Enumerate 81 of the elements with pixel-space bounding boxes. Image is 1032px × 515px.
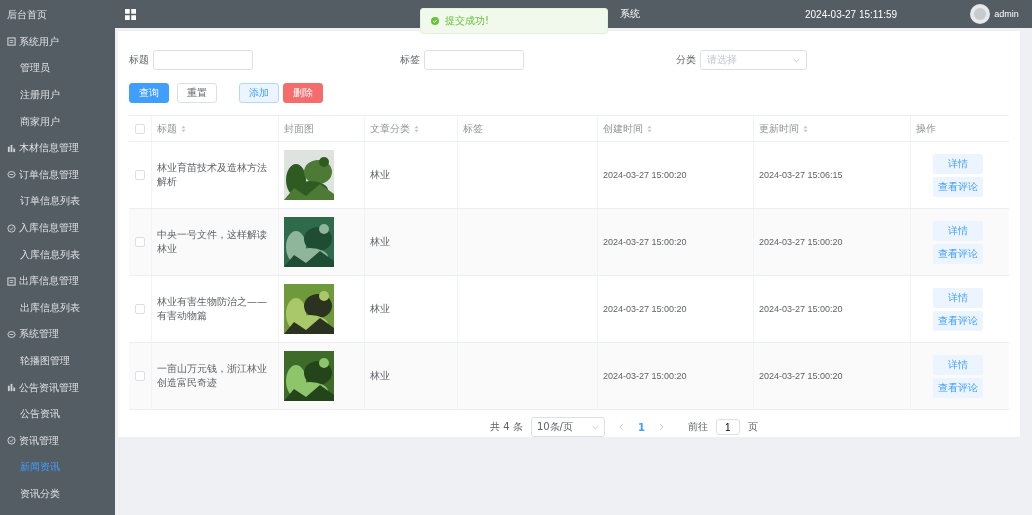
column-header[interactable]: 标题 (157, 121, 177, 136)
sidebar-item[interactable]: 公告资讯管理 (0, 374, 115, 401)
avatar-icon[interactable] (970, 4, 991, 24)
sort-icon[interactable] (803, 124, 808, 133)
chat-icon (7, 329, 16, 339)
table-cell-text: 林业育苗技术及造林方法解析 (157, 161, 268, 189)
table-cell-text: 一亩山万元钱，浙江林业创造富民奇迹 (157, 362, 268, 390)
page-input[interactable]: 1 (715, 419, 740, 435)
list-icon (7, 37, 16, 47)
chevron-down-icon (793, 57, 800, 63)
grid-icon[interactable] (125, 8, 136, 20)
sidebar-item[interactable]: 资讯分类 (0, 480, 115, 508)
previous-page-icon[interactable] (618, 423, 624, 431)
list-icon (7, 276, 16, 286)
table-cell: 2024-03-27 15:00:20 (603, 170, 687, 180)
table-cell: 2024-03-27 15:00:20 (603, 304, 687, 314)
sort-icon[interactable] (647, 124, 652, 133)
sidebar-item[interactable]: 注册用户 (0, 81, 115, 109)
sidebar-item[interactable]: 后台首页 (0, 2, 115, 29)
user-name[interactable]: admin (994, 9, 1019, 19)
sidebar-item[interactable]: 订单信息管理 (0, 161, 115, 189)
column-header[interactable]: 文章分类 (370, 121, 410, 136)
check-circle-icon (7, 436, 16, 446)
sidebar-item[interactable]: 公告资讯 (0, 400, 115, 428)
column-header[interactable]: 更新时间 (759, 121, 799, 136)
table-cell: 2024-03-27 15:00:20 (759, 304, 843, 314)
table-cell: 2024-03-27 15:06:15 (759, 170, 843, 180)
sidebar-item[interactable]: 系统管理 (0, 321, 115, 348)
table-cell-text: 林业有害生物防治之——有害动物篇 (157, 295, 268, 323)
sidebar-item[interactable]: 系统用户 (0, 28, 115, 56)
sidebar-item[interactable]: 轮播图管理 (0, 347, 115, 375)
table-cell: 林业 (370, 302, 390, 316)
sidebar-item[interactable]: 出库信息列表 (0, 294, 115, 322)
table-cell: 2024-03-27 15:00:20 (759, 237, 843, 247)
sidebar-item[interactable]: 入库信息列表 (0, 241, 115, 268)
checkbox[interactable] (135, 237, 145, 247)
checkbox[interactable] (135, 123, 145, 134)
goto-label: 前往 (687, 420, 708, 434)
bar-chart-icon (7, 383, 16, 393)
sort-icon[interactable] (181, 124, 186, 133)
sidebar-item[interactable]: 订单信息列表 (0, 188, 115, 215)
page-suffix: 页 (747, 420, 758, 434)
action-button[interactable]: 重置 (177, 83, 217, 103)
app-title: 系统 (620, 7, 640, 21)
filter-label: 标签 (400, 53, 420, 67)
table-cell: 2024-03-27 15:00:20 (603, 237, 687, 247)
sidebar-item[interactable]: 出库信息管理 (0, 267, 115, 295)
checkbox[interactable] (135, 304, 145, 314)
delete-button[interactable]: 删除 (283, 83, 323, 103)
column-header: 操作 (916, 121, 936, 136)
table-cell: 林业 (370, 369, 390, 383)
sidebar-item[interactable]: 资讯管理 (0, 427, 115, 455)
table-cell-text: 中央一号文件，这样解读林业 (157, 228, 268, 256)
sort-icon[interactable] (414, 124, 419, 133)
page-size-select[interactable]: 10条/页 (530, 417, 605, 437)
column-header: 封面图 (284, 121, 314, 136)
sidebar-item[interactable]: 商家用户 (0, 108, 115, 135)
sidebar-item[interactable]: 管理员 (0, 55, 115, 82)
total-count: 共 4 条 (490, 420, 523, 434)
chevron-down-icon (591, 424, 599, 430)
table-cell: 2024-03-27 15:00:20 (603, 371, 687, 381)
filter-label: 标题 (129, 53, 149, 67)
column-header: 标签 (463, 121, 483, 136)
success-icon (431, 17, 439, 25)
toast-message: 提交成功! (445, 14, 489, 28)
sidebar-item[interactable]: 入库信息管理 (0, 214, 115, 242)
chat-icon (7, 170, 16, 180)
table-cell: 林业 (370, 235, 390, 249)
checkbox[interactable] (135, 170, 145, 180)
column-header[interactable]: 创建时间 (603, 121, 643, 136)
next-page-icon[interactable] (658, 423, 664, 431)
checkbox[interactable] (135, 371, 145, 381)
table-cell: 2024-03-27 15:00:20 (759, 371, 843, 381)
input-field[interactable] (153, 50, 253, 70)
date-time: 2024-03-27 15:11:59 (805, 8, 898, 20)
sidebar-item[interactable]: 木材信息管理 (0, 134, 115, 162)
input-field[interactable] (424, 50, 524, 70)
check-circle-icon (7, 223, 16, 233)
table-cell: 林业 (370, 168, 390, 182)
bar-chart-icon (7, 143, 16, 153)
filter-label: 分类 (676, 53, 696, 67)
